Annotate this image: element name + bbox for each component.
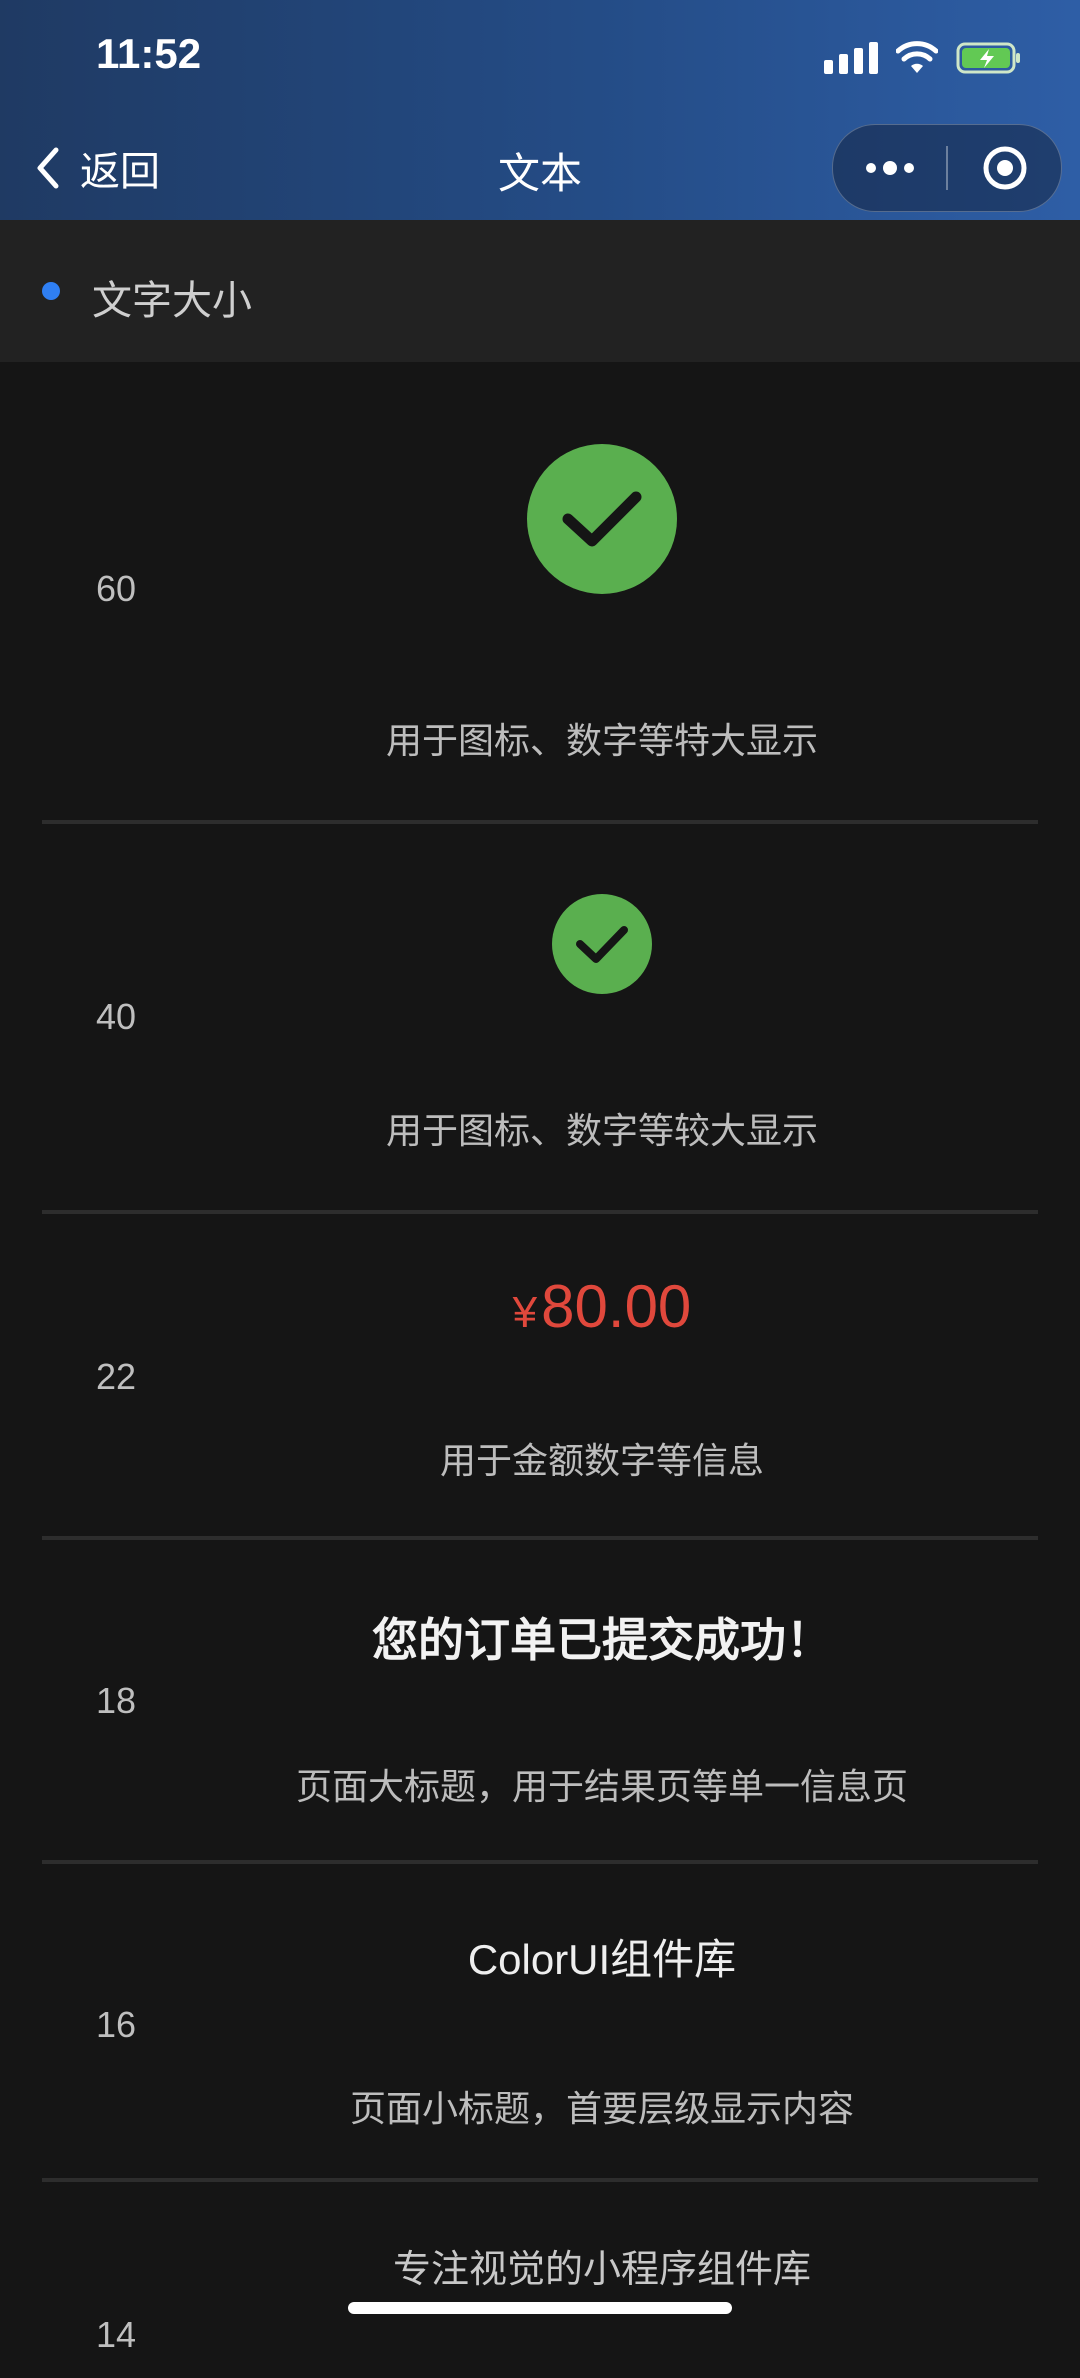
check-icon (552, 894, 652, 994)
status-icons (824, 38, 1022, 78)
section-dot (42, 282, 60, 300)
subheading-sample: ColorUI组件库 (467, 1936, 737, 1983)
description: 页面小标题，首要层级显示内容 (349, 2089, 854, 2130)
description: 用于图标、数字等特大显示 (385, 721, 818, 762)
description: 页面大标题，用于结果页等单一信息页 (295, 1767, 908, 1808)
size-label: 22 (96, 1356, 137, 1397)
mini-program-capsule (832, 124, 1062, 212)
battery-charging-icon (956, 41, 1022, 75)
size-label: 16 (96, 2004, 137, 2045)
font-size-row-22: ¥80.00 22 用于金额数字等信息 (42, 1210, 1038, 1540)
font-size-row-16: ColorUI组件库 16 页面小标题，首要层级显示内容 (42, 1860, 1038, 2182)
more-button[interactable] (833, 125, 946, 211)
target-circle-icon (983, 146, 1026, 190)
font-size-row-40: 40 用于图标、数字等较大显示 (42, 820, 1038, 1214)
size-label: 14 (96, 2314, 137, 2355)
font-size-row-60: 60 用于图标、数字等特大显示 (42, 362, 1038, 824)
cellular-signal-icon (824, 42, 878, 74)
description: 用于金额数字等信息 (439, 1441, 764, 1482)
home-indicator (348, 2302, 732, 2314)
wifi-icon (896, 41, 938, 75)
demo-area (42, 894, 1080, 994)
header: 11:52 返回 文本 (0, 0, 1080, 220)
demo-area (42, 444, 1080, 594)
font-size-row-18: 您的订单已提交成功！ 18 页面大标题，用于结果页等单一信息页 (42, 1536, 1038, 1864)
section-bar: 文字大小 (0, 220, 1080, 362)
check-icon (527, 444, 677, 594)
section-title: 文字大小 (92, 278, 252, 324)
body-sample: 专注视觉的小程序组件库 (392, 2247, 811, 2291)
currency-symbol: ¥ (512, 1288, 538, 1337)
more-dots-icon (865, 161, 914, 175)
description: 用于图标、数字等较大显示 (385, 1111, 818, 1152)
size-label: 60 (96, 568, 137, 609)
status-time: 11:52 (96, 30, 202, 77)
price-value: 80.00 (541, 1273, 692, 1340)
close-mini-program-button[interactable] (948, 125, 1061, 211)
demo-area: ¥80.00 (42, 1272, 1080, 1341)
size-label: 18 (96, 1680, 137, 1721)
headline-sample: 您的订单已提交成功！ (372, 1613, 832, 1667)
font-size-row-14: 专注视觉的小程序组件库 14 (42, 2178, 1038, 2378)
price-amount: ¥80.00 (513, 1273, 692, 1340)
size-label: 40 (96, 996, 137, 1037)
